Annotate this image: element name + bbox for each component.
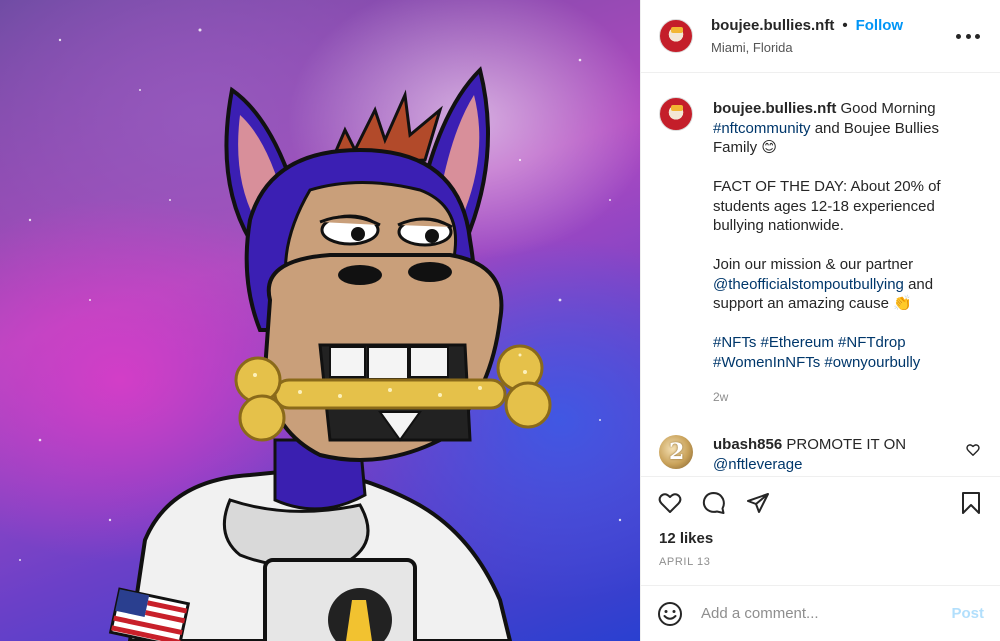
comments-scroll-area[interactable]: boujee.bullies.nft Good Morning #nftcomm… — [641, 73, 1000, 476]
dot — [956, 33, 961, 39]
post-image[interactable] — [0, 0, 640, 641]
caption-timestamp[interactable]: 2w — [713, 388, 953, 408]
caption-text: boujee.bullies.nft Good Morning #nftcomm… — [713, 99, 953, 407]
comment-bubble-icon[interactable] — [701, 490, 727, 516]
post-actions-bar — [641, 476, 1000, 528]
post-header: boujee.bullies.nft • Follow Miami, Flori… — [641, 0, 1000, 73]
add-comment-bar: Post — [641, 585, 1000, 641]
caption-hashtags[interactable]: #NFTs #Ethereum #NFTdrop #WomenInNFTs #o… — [713, 333, 953, 372]
author-meta: boujee.bullies.nft • Follow Miami, Flori… — [711, 17, 903, 55]
author-avatar[interactable] — [659, 19, 693, 53]
caption-join: Join our mission & our partner @theoffic… — [713, 255, 953, 314]
nft-artwork-astronaut-dog — [19, 28, 622, 641]
dot — [975, 33, 980, 39]
more-dots-icon[interactable] — [956, 24, 980, 48]
caption-author-avatar[interactable] — [659, 97, 693, 131]
caption-join-text: Join our mission & our partner — [713, 256, 914, 273]
instagram-post: boujee.bullies.nft • Follow Miami, Flori… — [0, 0, 1000, 641]
comment-text: ubash856 PROMOTE IT ON @nftleverage — [713, 435, 943, 474]
comment-like-heart-icon[interactable] — [966, 443, 980, 457]
comment-item: ubash856 PROMOTE IT ON @nftleverage — [659, 435, 982, 474]
hashtag-link[interactable]: #nftcommunity — [713, 120, 811, 137]
paper-plane-icon[interactable] — [745, 490, 771, 516]
author-name-row: boujee.bullies.nft • Follow — [711, 17, 903, 34]
emoji-smiley-icon[interactable] — [657, 601, 683, 627]
caption-line1-text: Good Morning — [836, 100, 936, 117]
post-caption: boujee.bullies.nft Good Morning #nftcomm… — [659, 97, 982, 407]
bookmark-icon[interactable] — [958, 490, 984, 516]
heart-icon[interactable] — [657, 490, 683, 516]
follow-button[interactable]: Follow — [856, 17, 904, 34]
separator-dot: • — [842, 17, 848, 34]
caption-username[interactable]: boujee.bullies.nft — [713, 100, 836, 117]
author-username[interactable]: boujee.bullies.nft — [711, 17, 834, 34]
comment-body: PROMOTE IT ON — [782, 436, 907, 453]
post-date[interactable]: APRIL 13 — [641, 552, 1000, 585]
post-side-panel: boujee.bullies.nft • Follow Miami, Flori… — [640, 0, 1000, 641]
commenter-username[interactable]: ubash856 — [713, 436, 782, 453]
add-comment-input[interactable] — [701, 605, 931, 622]
caption-greeting: boujee.bullies.nft Good Morning #nftcomm… — [713, 99, 953, 158]
post-location[interactable]: Miami, Florida — [711, 40, 903, 55]
like-count[interactable]: 12 likes — [641, 528, 1000, 552]
comment-mention-link[interactable]: @nftleverage — [713, 456, 802, 473]
caption-fact: FACT OF THE DAY: About 20% of students a… — [713, 178, 941, 234]
commenter-avatar[interactable] — [659, 435, 693, 469]
mention-link[interactable]: @theofficialstompoutbullying — [713, 276, 904, 293]
post-comment-button[interactable]: Post — [951, 605, 984, 622]
dot — [965, 33, 971, 39]
